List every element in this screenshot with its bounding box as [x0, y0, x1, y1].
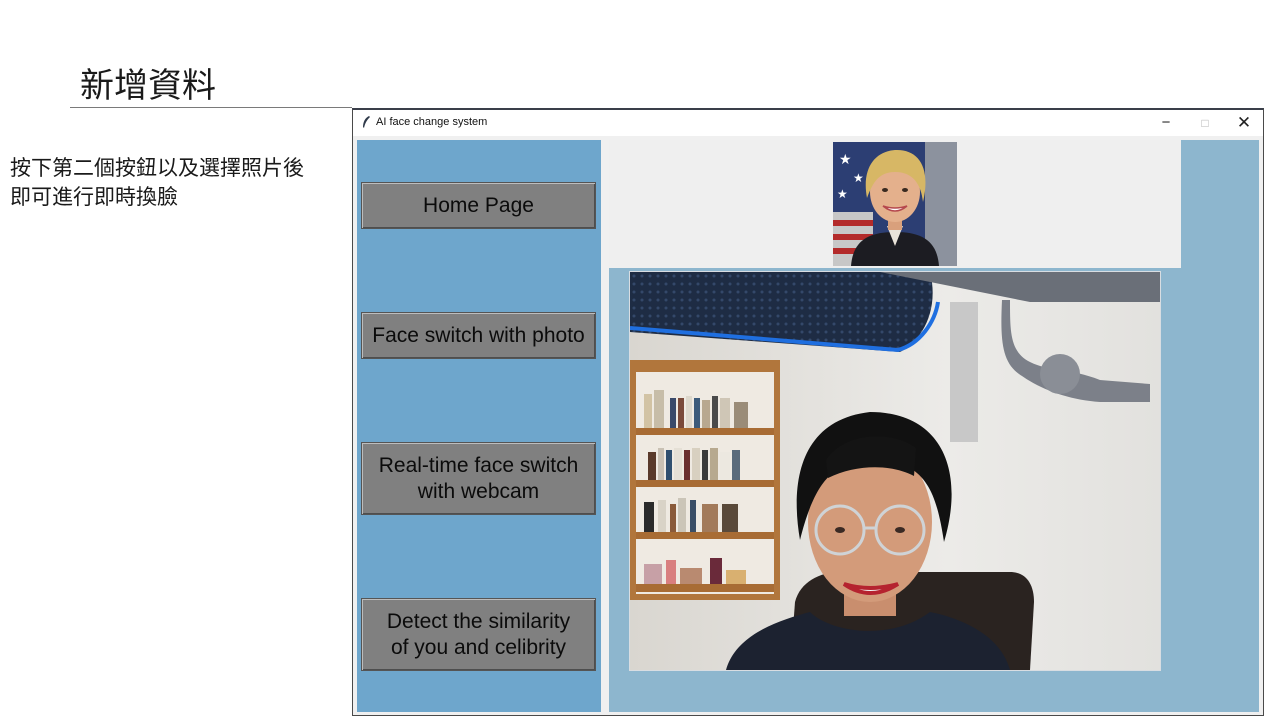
- main-panel: ★ ★ ★: [609, 140, 1259, 712]
- svg-text:★: ★: [839, 152, 852, 168]
- svg-text:★: ★: [837, 187, 848, 201]
- home-page-button[interactable]: Home Page: [361, 182, 596, 229]
- realtime-webcam-button[interactable]: Real-time face switch with webcam: [361, 442, 596, 515]
- detect-similarity-button[interactable]: Detect the similarity of you and celibri…: [361, 598, 596, 671]
- window-client-area: Home Page Face switch with photo Real-ti…: [357, 140, 1261, 714]
- selected-celebrity-photo: ★ ★ ★: [833, 142, 957, 266]
- feather-icon: [363, 116, 370, 128]
- detect-similarity-label-line1: Detect the similarity: [386, 609, 571, 633]
- webcam-feed: [629, 271, 1161, 671]
- title-underline: [70, 107, 352, 108]
- face-switch-photo-button[interactable]: Face switch with photo: [361, 312, 596, 359]
- description-line-1: 按下第二個按鈕以及選擇照片後: [10, 156, 304, 180]
- realtime-webcam-label-line1: Real-time face switch: [378, 453, 579, 477]
- window-titlebar[interactable]: AI face change system − □ ✕: [353, 110, 1263, 136]
- detect-similarity-label-line2: of you and celibrity: [390, 635, 567, 659]
- maximize-icon[interactable]: □: [1186, 110, 1224, 136]
- minimize-icon[interactable]: −: [1147, 110, 1185, 136]
- sidebar: Home Page Face switch with photo Real-ti…: [357, 140, 601, 712]
- home-page-label: Home Page: [423, 193, 534, 217]
- face-switch-photo-label: Face switch with photo: [372, 323, 585, 347]
- selected-photo-area: ★ ★ ★: [609, 140, 1181, 268]
- slide-title: 新增資料: [80, 66, 216, 106]
- svg-text:★: ★: [853, 171, 864, 185]
- window-title: AI face change system: [376, 116, 488, 128]
- description-line-2: 即可進行即時換臉: [10, 185, 178, 209]
- app-window: AI face change system − □ ✕ Home Page Fa…: [352, 108, 1264, 716]
- realtime-webcam-label-line2: with webcam: [417, 479, 540, 503]
- panel-divider: [601, 140, 609, 712]
- close-icon[interactable]: ✕: [1225, 110, 1263, 136]
- slide-description: 按下第二個按鈕以及選擇照片後 即可進行即時換臉: [10, 154, 350, 212]
